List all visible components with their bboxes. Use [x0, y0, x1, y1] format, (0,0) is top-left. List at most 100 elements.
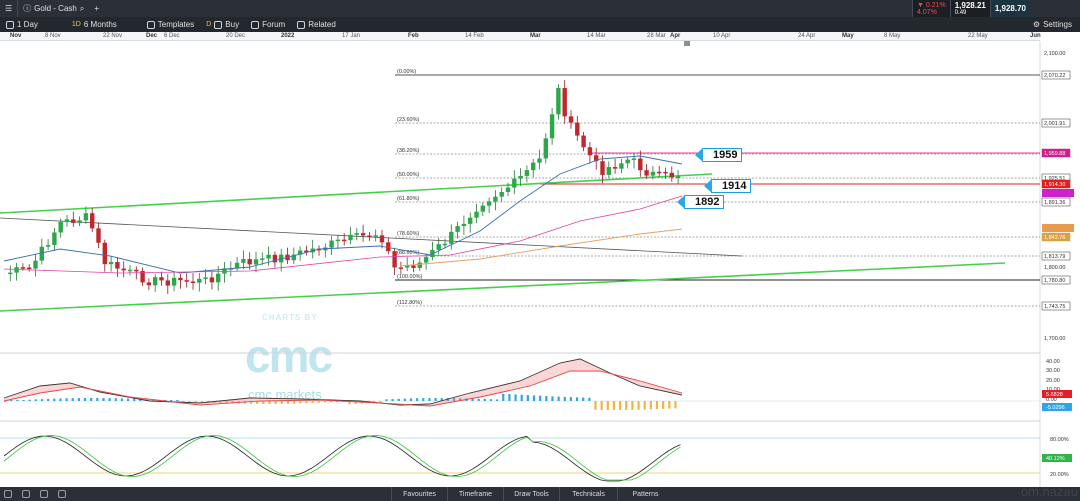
candle-body	[606, 167, 611, 175]
macd-histogram-bar	[323, 401, 326, 403]
macd-histogram-bar	[483, 398, 486, 401]
date-label: 22 May	[968, 33, 988, 39]
forum-button[interactable]: Forum	[245, 17, 291, 32]
macd-histogram-bar	[545, 396, 548, 401]
timeframe-label: Timeframe	[458, 490, 493, 498]
candle-body	[184, 280, 189, 282]
candle-body	[27, 267, 32, 270]
macd-scale-label: 20.00	[1046, 378, 1060, 384]
candle-body	[468, 217, 473, 224]
callout-1959: 1959	[694, 148, 743, 162]
macd-histogram-bar	[575, 397, 579, 401]
price-scale-bg	[1040, 41, 1080, 487]
fib-level-label: (50.00%)	[397, 172, 419, 178]
date-label: 2022	[281, 33, 295, 39]
buy-price: 1,928.70	[994, 4, 1026, 13]
instrument-tab[interactable]: ⓘ Gold - Cash ⌕	[18, 0, 89, 17]
interval-label: 1 Day	[17, 20, 38, 29]
macd-histogram-bar	[532, 395, 536, 401]
macd-histogram-bar	[674, 401, 677, 409]
ruler-icon[interactable]	[40, 490, 48, 498]
candle-body	[575, 122, 580, 136]
timeframe-button[interactable]: Timeframe	[447, 487, 503, 501]
interval-selector[interactable]: 1 Day	[0, 17, 44, 32]
candle-body	[45, 245, 51, 247]
draw-tools-button[interactable]: Draw Tools	[503, 487, 559, 501]
macd-histogram-bar	[28, 399, 31, 401]
range-label: 6 Months	[83, 20, 117, 29]
settings-label: Settings	[1043, 20, 1072, 29]
candle-body	[127, 269, 133, 272]
buy-price-button[interactable]: 1,928.70	[989, 0, 1030, 17]
technicals-label: Technicals	[572, 490, 605, 498]
candle-body	[669, 172, 674, 178]
search-icon[interactable]: ⌕	[80, 4, 84, 14]
macd-histogram-bar	[71, 398, 74, 401]
templates-icon	[146, 20, 155, 29]
chart-area[interactable]: CHARTS BY cmc cmc markets (0.00%) (23.60%…	[0, 41, 1080, 487]
macd-histogram-bar	[600, 401, 603, 410]
macd-histogram-bar	[170, 400, 173, 401]
cart-icon	[214, 20, 223, 29]
sell-price-button[interactable]: 1,928.21 0.49	[949, 0, 990, 17]
expand-icon[interactable]	[58, 490, 66, 498]
related-label: Related	[308, 20, 336, 29]
favourites-button[interactable]: Favourites	[391, 487, 447, 501]
date-label: Nov	[10, 33, 22, 39]
macd-histogram-bar	[502, 393, 505, 401]
add-tab-button[interactable]: +	[89, 0, 104, 17]
macd-histogram-bar	[655, 401, 659, 410]
change-percent: ▼ 0.21%	[916, 1, 946, 9]
macd-histogram-bar	[668, 401, 671, 409]
fib-level-label: (78.60%)	[397, 231, 419, 237]
sell-price: 1,928.21	[954, 1, 986, 10]
macd-histogram-bar	[120, 398, 124, 401]
macd-histogram-bar	[40, 399, 44, 401]
macd-histogram-bar	[329, 401, 333, 403]
macd-histogram-bar	[90, 398, 93, 401]
price-scale-label: 1,700.00	[1044, 336, 1065, 342]
candle-body	[619, 163, 624, 169]
macd-histogram-bar	[631, 401, 634, 410]
candle-body	[209, 277, 215, 283]
candle-body	[165, 280, 170, 286]
templates-button[interactable]: Templates	[141, 17, 200, 32]
pencil-icon[interactable]	[22, 490, 30, 498]
candle-body	[499, 192, 504, 197]
patterns-button[interactable]: Patterns	[617, 487, 673, 501]
favourites-label: Favourites	[403, 490, 436, 498]
macd-histogram-bar	[108, 398, 111, 401]
menu-icon: ☰	[5, 4, 13, 13]
change-sub: 4.07%	[916, 8, 937, 16]
related-button[interactable]: Related	[291, 17, 342, 32]
date-label: 8 Nov	[45, 33, 61, 39]
range-selector[interactable]: 1D 6 Months	[66, 17, 123, 32]
chat-icon	[251, 20, 260, 29]
macd-histogram-bar	[434, 398, 437, 401]
candle-body	[392, 251, 397, 268]
settings-button[interactable]: ⚙ Settings	[1027, 17, 1078, 32]
date-label: 14 Mar	[587, 33, 606, 39]
macd-histogram-bar	[133, 398, 136, 401]
grid-icon[interactable]	[4, 490, 12, 498]
macd-histogram-bar	[34, 399, 37, 401]
candle-body	[77, 220, 82, 223]
macd-histogram-bar	[569, 397, 572, 401]
price-scale-label: 1,743.75	[1044, 304, 1065, 310]
price-chart-svg[interactable]: (0.00%) (23.60%) (38.20%) (50.00%) (61.80%) (…	[0, 41, 1080, 487]
macd-histogram-bar	[317, 401, 320, 403]
ma100-price-tag	[1042, 224, 1074, 232]
date-label: 8 May	[884, 33, 901, 39]
date-label: 17 Jan	[342, 33, 361, 39]
candle-body	[58, 221, 63, 233]
candle-body	[33, 260, 38, 269]
buy-button[interactable]: D Buy	[200, 17, 245, 32]
menu-button[interactable]: ☰	[0, 0, 17, 17]
price-scale-label: 2,100.00	[1044, 51, 1065, 57]
technicals-button[interactable]: Technicals	[559, 487, 617, 501]
callout-1914: 1914	[703, 179, 752, 193]
candle-body	[562, 88, 567, 117]
macd-histogram-bar	[47, 398, 50, 401]
chart-toolbar: 1 Day 1D 6 Months Templates D Buy Forum …	[0, 17, 1080, 32]
candle-body	[83, 213, 89, 221]
